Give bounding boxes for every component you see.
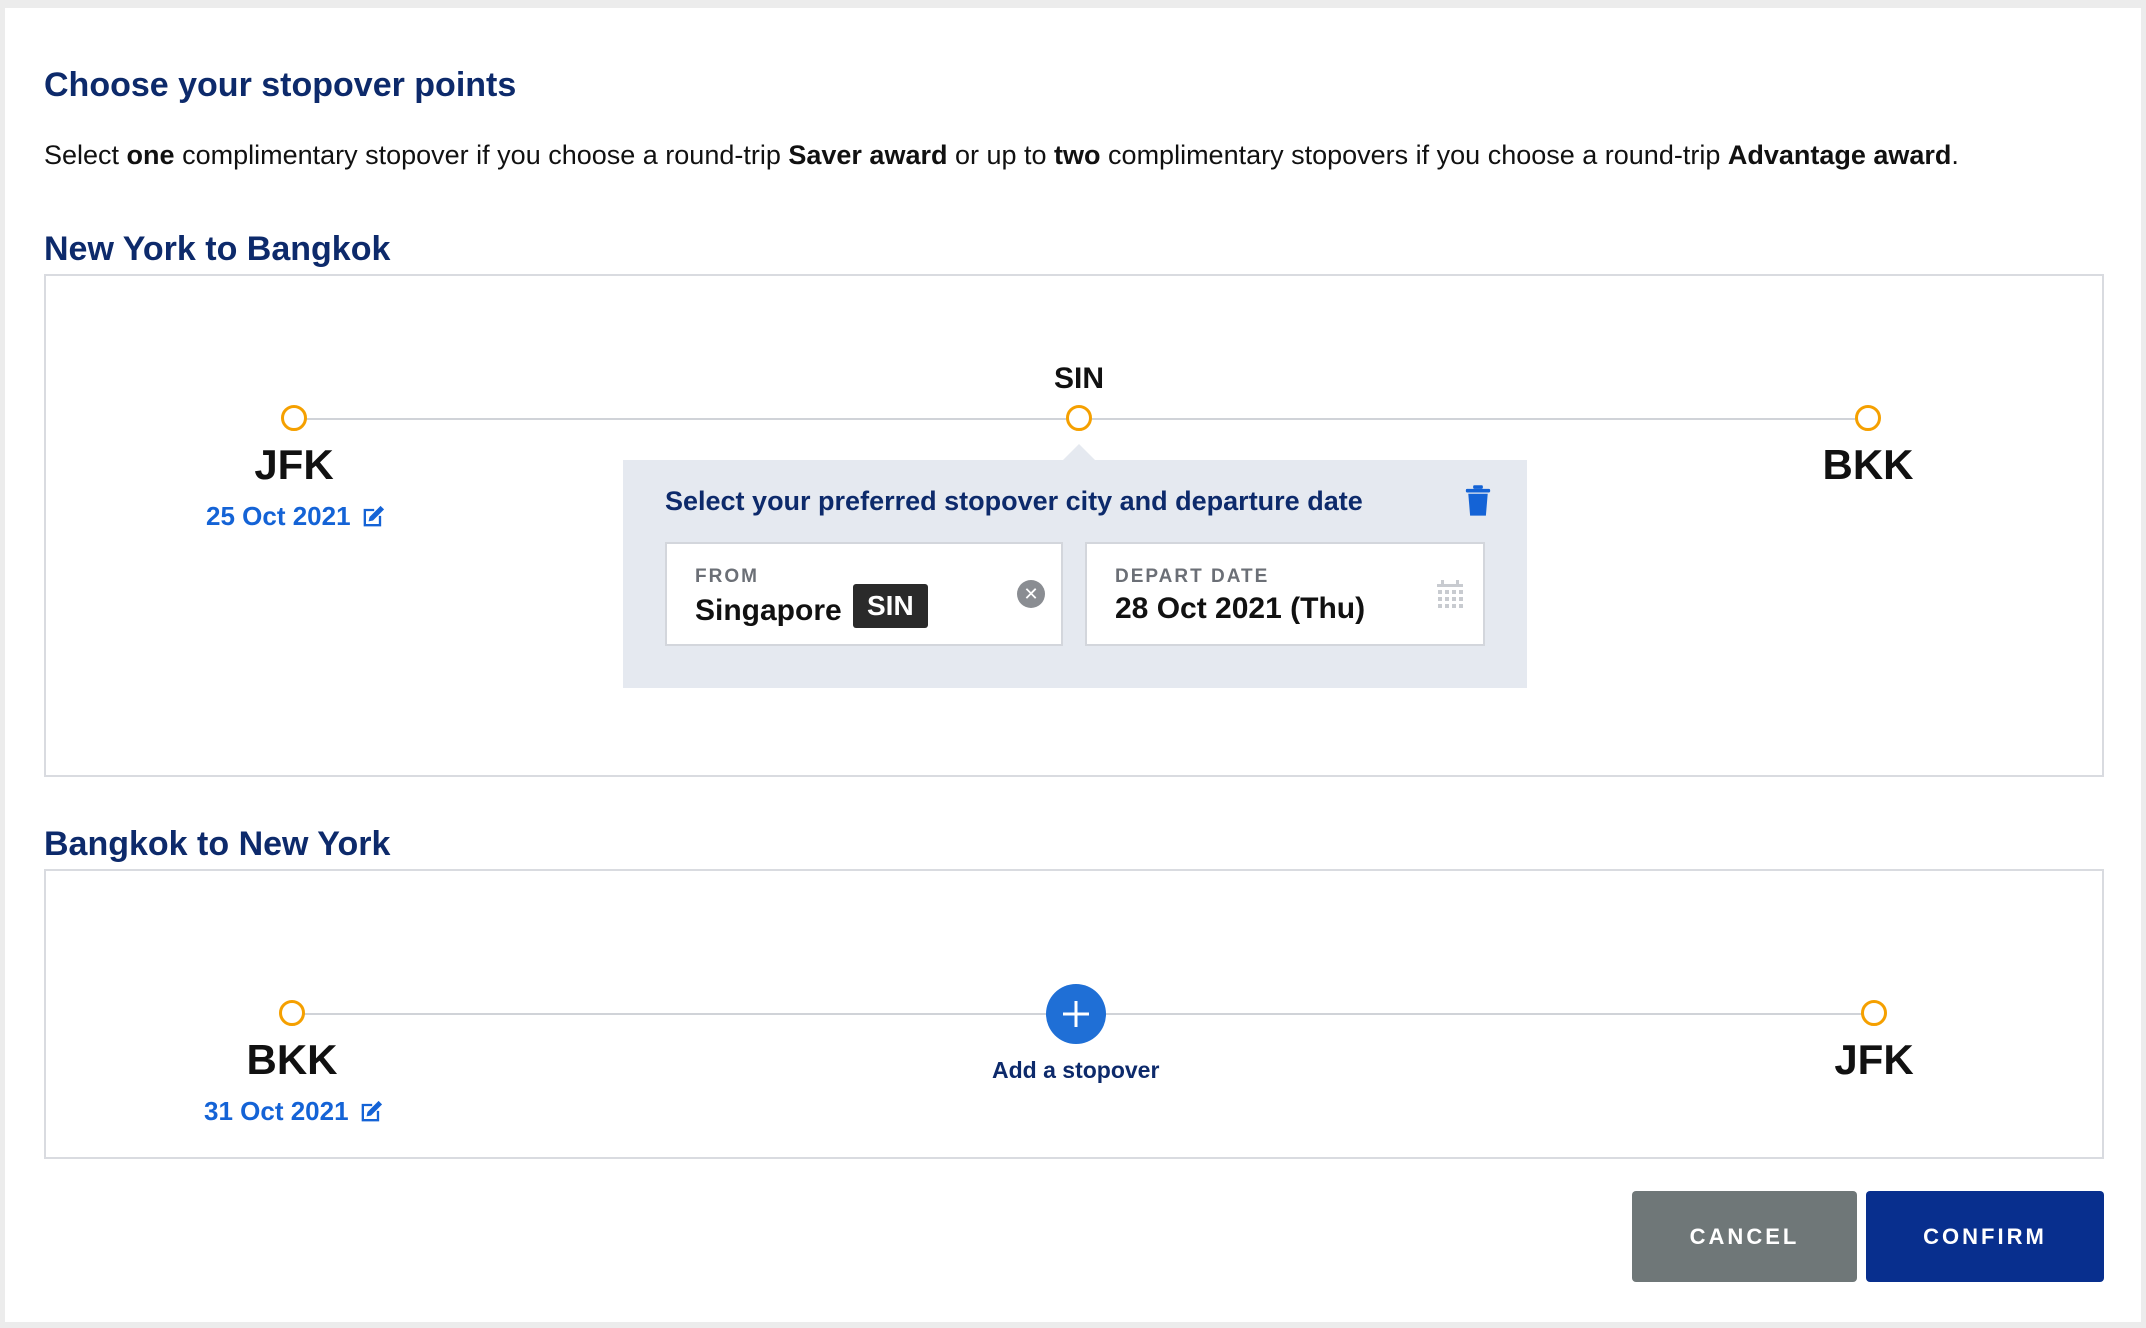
origin-date: 31 Oct 2021 xyxy=(204,1096,349,1126)
intro-emphasis: two xyxy=(1054,140,1101,170)
outbound-panel: JFK 25 Oct 2021 SIN BKK Select your pref… xyxy=(44,274,2104,777)
intro-emphasis: Advantage award xyxy=(1727,140,1952,170)
origin-date-edit[interactable]: 31 Oct 2021 xyxy=(204,1096,385,1127)
depart-date-value: 28 Oct 2021 (Thu) xyxy=(1115,592,1366,625)
origin-node xyxy=(279,1000,305,1026)
intro-emphasis: one xyxy=(126,140,175,170)
stopover-popup: Select your preferred stopover city and … xyxy=(623,460,1527,688)
inbound-panel: BKK 31 Oct 2021 Add a stopover JFK xyxy=(44,869,2104,1159)
stopover-dialog: Choose your stopover points Select one c… xyxy=(5,8,2141,1322)
edit-icon xyxy=(363,505,384,526)
origin-node xyxy=(281,405,307,431)
popup-pointer xyxy=(1063,444,1095,460)
destination-node xyxy=(1855,405,1881,431)
intro-text-part: complimentary stopover if you choose a r… xyxy=(174,140,789,170)
depart-date-label: DEPART DATE xyxy=(1115,566,1270,587)
intro-text-part: Select xyxy=(44,140,127,170)
stopover-node xyxy=(1066,405,1092,431)
destination-code: BKK xyxy=(1822,441,1914,488)
origin-code: JFK xyxy=(254,441,334,488)
outbound-heading: New York to Bangkok xyxy=(44,230,391,268)
popup-title: Select your preferred stopover city and … xyxy=(665,486,1363,516)
add-stopover-button[interactable] xyxy=(1046,984,1106,1044)
from-code-badge: SIN xyxy=(853,584,928,628)
intro-text-part: or up to xyxy=(947,140,1055,170)
from-city: Singapore xyxy=(695,594,842,627)
inbound-heading: Bangkok to New York xyxy=(44,825,391,863)
clear-icon[interactable]: ✕ xyxy=(1017,580,1045,608)
trash-icon[interactable] xyxy=(1463,484,1493,518)
destination-node xyxy=(1861,1000,1887,1026)
calendar-icon[interactable] xyxy=(1435,578,1465,610)
origin-date: 25 Oct 2021 xyxy=(206,501,351,531)
plus-icon xyxy=(1063,1001,1089,1027)
page-title: Choose your stopover points xyxy=(44,66,517,104)
intro-text-part: complimentary stopovers if you choose a … xyxy=(1100,140,1728,170)
stopover-code: SIN xyxy=(1053,362,1104,395)
intro-text-part: . xyxy=(1951,140,1959,170)
edit-icon xyxy=(361,1100,382,1121)
intro-text: Select one complimentary stopover if you… xyxy=(44,140,1959,171)
destination-code: JFK xyxy=(1834,1036,1914,1083)
from-label: FROM xyxy=(695,566,759,587)
intro-emphasis: Saver award xyxy=(788,140,948,170)
confirm-button[interactable]: CONFIRM xyxy=(1866,1191,2104,1282)
cancel-button[interactable]: CANCEL xyxy=(1632,1191,1857,1282)
origin-date-edit[interactable]: 25 Oct 2021 xyxy=(206,501,387,532)
from-field[interactable]: FROM Singapore SIN ✕ xyxy=(665,542,1063,646)
depart-date-field[interactable]: DEPART DATE 28 Oct 2021 (Thu) xyxy=(1085,542,1485,646)
add-stopover-label[interactable]: Add a stopover xyxy=(992,1057,1159,1084)
origin-code: BKK xyxy=(246,1036,338,1083)
